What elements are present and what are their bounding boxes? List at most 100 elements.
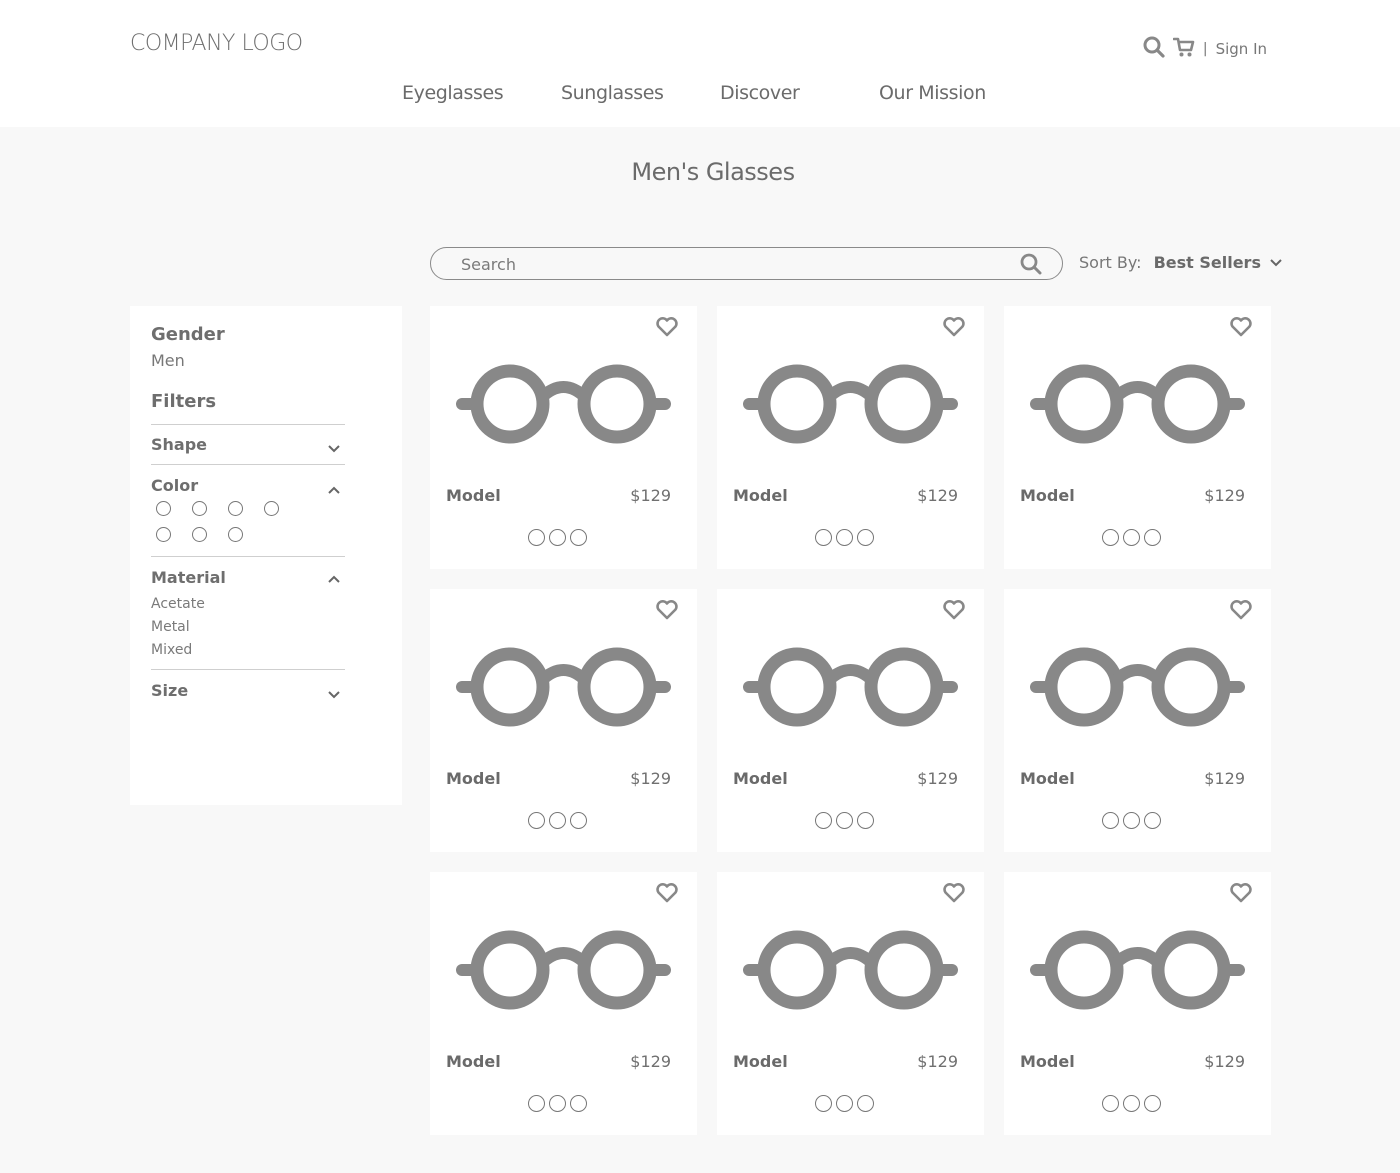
heart-icon[interactable] [1229, 882, 1253, 908]
glasses-image[interactable] [456, 362, 671, 450]
chevron-up-icon[interactable] [327, 569, 341, 588]
product-price: $129 [917, 769, 958, 788]
color-option-dot[interactable] [1102, 529, 1119, 546]
product-name[interactable]: Model [733, 769, 788, 788]
nav-our-mission[interactable]: Our Mission [879, 82, 986, 104]
filter-color-label[interactable]: Color [151, 476, 198, 495]
product-name[interactable]: Model [733, 486, 788, 505]
color-option-dot[interactable] [1144, 1095, 1161, 1112]
product-card[interactable]: Model $129 [717, 589, 984, 852]
color-option-dot[interactable] [570, 1095, 587, 1112]
color-option-dot[interactable] [1102, 812, 1119, 829]
product-card[interactable]: Model $129 [1004, 872, 1271, 1135]
heart-icon[interactable] [655, 599, 679, 625]
filter-size-label[interactable]: Size [151, 681, 188, 700]
color-option-dot[interactable] [528, 529, 545, 546]
color-option-dot[interactable] [836, 812, 853, 829]
color-option-dot[interactable] [836, 1095, 853, 1112]
sign-in-link[interactable]: Sign In [1216, 40, 1267, 58]
filter-size[interactable]: Size [151, 669, 345, 709]
color-swatch[interactable] [264, 501, 279, 516]
glasses-image[interactable] [743, 362, 958, 450]
product-name[interactable]: Model [1020, 486, 1075, 505]
color-option-dot[interactable] [549, 812, 566, 829]
heart-icon[interactable] [942, 882, 966, 908]
color-swatch[interactable] [228, 527, 243, 542]
sort-value[interactable]: Best Sellers [1154, 253, 1261, 272]
chevron-down-icon[interactable] [327, 439, 341, 458]
product-name[interactable]: Model [1020, 769, 1075, 788]
glasses-image[interactable] [743, 645, 958, 733]
material-option-acetate[interactable]: Acetate [151, 596, 205, 612]
glasses-image[interactable] [743, 928, 958, 1016]
chevron-down-icon[interactable] [327, 685, 341, 704]
search-input[interactable] [461, 253, 1001, 275]
filter-material-label[interactable]: Material [151, 568, 226, 587]
color-option-dot[interactable] [549, 1095, 566, 1112]
color-option-dot[interactable] [815, 812, 832, 829]
product-name[interactable]: Model [446, 769, 501, 788]
heart-icon[interactable] [942, 599, 966, 625]
chevron-down-icon[interactable] [1269, 253, 1283, 272]
color-swatch[interactable] [228, 501, 243, 516]
heart-icon[interactable] [655, 882, 679, 908]
color-option-dot[interactable] [1123, 529, 1140, 546]
product-card[interactable]: Model $129 [1004, 589, 1271, 852]
filter-shape-label[interactable]: Shape [151, 435, 207, 454]
heart-icon[interactable] [1229, 316, 1253, 342]
glasses-image[interactable] [456, 928, 671, 1016]
product-card[interactable]: Model $129 [717, 306, 984, 569]
product-price: $129 [1204, 1052, 1245, 1071]
material-option-metal[interactable]: Metal [151, 619, 190, 635]
color-option-dot[interactable] [815, 1095, 832, 1112]
product-name[interactable]: Model [446, 1052, 501, 1071]
company-logo[interactable]: COMPANY LOGO [130, 31, 303, 56]
color-option-dot[interactable] [528, 812, 545, 829]
product-card[interactable]: Model $129 [1004, 306, 1271, 569]
cart-icon[interactable] [1172, 36, 1195, 62]
color-option-dot[interactable] [815, 529, 832, 546]
color-swatch[interactable] [192, 501, 207, 516]
color-swatch[interactable] [156, 527, 171, 542]
color-option-dot[interactable] [570, 812, 587, 829]
search-icon[interactable] [1143, 36, 1165, 62]
product-card[interactable]: Model $129 [717, 872, 984, 1135]
color-option-dot[interactable] [1144, 529, 1161, 546]
product-name[interactable]: Model [733, 1052, 788, 1071]
color-option-dot[interactable] [836, 529, 853, 546]
heart-icon[interactable] [1229, 599, 1253, 625]
color-option-dot[interactable] [1123, 1095, 1140, 1112]
search-bar [430, 247, 1063, 280]
color-swatch[interactable] [192, 527, 207, 542]
color-option-dot[interactable] [1123, 812, 1140, 829]
product-name[interactable]: Model [1020, 1052, 1075, 1071]
glasses-image[interactable] [1030, 645, 1245, 733]
color-option-dot[interactable] [857, 529, 874, 546]
heart-icon[interactable] [655, 316, 679, 342]
product-card[interactable]: Model $129 [430, 872, 697, 1135]
heart-icon[interactable] [942, 316, 966, 342]
color-option-dot[interactable] [857, 812, 874, 829]
nav-discover[interactable]: Discover [720, 82, 800, 104]
product-name[interactable]: Model [446, 486, 501, 505]
filter-shape[interactable]: Shape [151, 424, 345, 464]
product-card[interactable]: Model $129 [430, 306, 697, 569]
material-option-mixed[interactable]: Mixed [151, 642, 192, 658]
gender-value[interactable]: Men [151, 351, 185, 370]
product-card[interactable]: Model $129 [430, 589, 697, 852]
color-option-dot[interactable] [549, 529, 566, 546]
glasses-image[interactable] [456, 645, 671, 733]
color-swatch[interactable] [156, 501, 171, 516]
chevron-up-icon[interactable] [327, 480, 341, 499]
color-option-dot[interactable] [570, 529, 587, 546]
color-option-dot[interactable] [1102, 1095, 1119, 1112]
color-option-dot[interactable] [1144, 812, 1161, 829]
nav-sunglasses[interactable]: Sunglasses [561, 82, 664, 104]
sort-control[interactable]: Sort By: Best Sellers [1079, 253, 1283, 272]
color-option-dot[interactable] [857, 1095, 874, 1112]
nav-eyeglasses[interactable]: Eyeglasses [402, 82, 504, 104]
glasses-image[interactable] [1030, 928, 1245, 1016]
search-icon[interactable] [1020, 253, 1042, 279]
color-option-dot[interactable] [528, 1095, 545, 1112]
glasses-image[interactable] [1030, 362, 1245, 450]
